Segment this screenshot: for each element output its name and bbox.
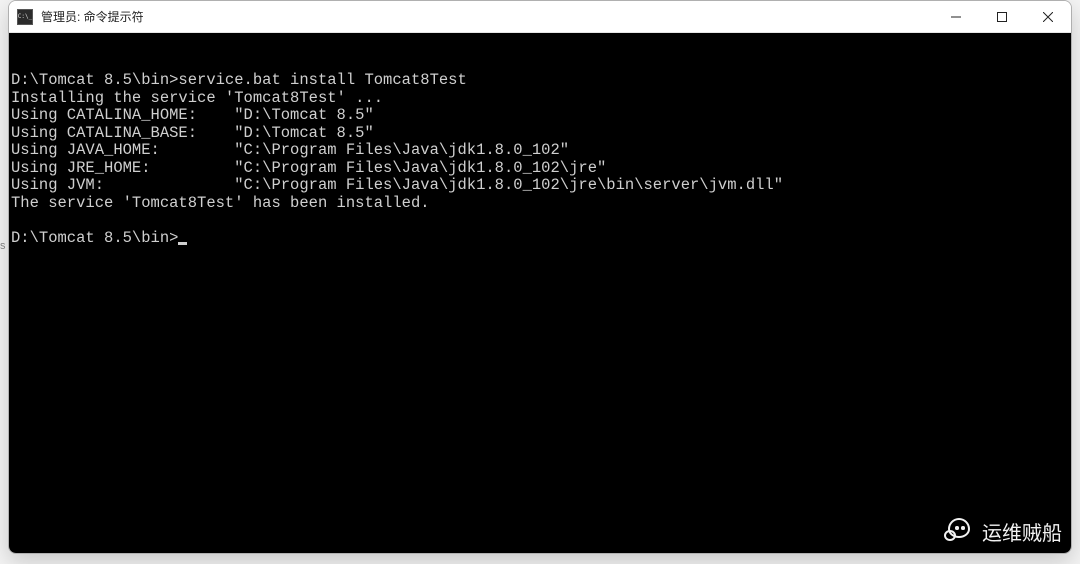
cmd-app-icon bbox=[17, 9, 33, 25]
terminal-line: D:\Tomcat 8.5\bin>service.bat install To… bbox=[11, 71, 467, 89]
titlebar[interactable]: 管理员: 命令提示符 bbox=[9, 1, 1071, 33]
close-icon bbox=[1043, 12, 1053, 22]
minimize-icon bbox=[951, 12, 961, 22]
terminal-line: Using CATALINA_HOME: "D:\Tomcat 8.5" bbox=[11, 106, 374, 124]
window-title: 管理员: 命令提示符 bbox=[41, 8, 933, 25]
command-prompt-window: 管理员: 命令提示符 D:\Tomcat 8.5\bin>service.bat… bbox=[8, 0, 1072, 554]
terminal-line: Installing the service 'Tomcat8Test' ... bbox=[11, 89, 383, 107]
terminal-line: Using JRE_HOME: "C:\Program Files\Java\j… bbox=[11, 159, 606, 177]
cropped-left-edge: s bbox=[0, 240, 6, 252]
close-button[interactable] bbox=[1025, 1, 1071, 32]
terminal-output-area[interactable]: D:\Tomcat 8.5\bin>service.bat install To… bbox=[9, 33, 1071, 553]
window-controls bbox=[933, 1, 1071, 32]
terminal-line: Using JAVA_HOME: "C:\Program Files\Java\… bbox=[11, 141, 569, 159]
maximize-icon bbox=[997, 12, 1007, 22]
terminal-line: The service 'Tomcat8Test' has been insta… bbox=[11, 194, 430, 212]
maximize-button[interactable] bbox=[979, 1, 1025, 32]
terminal-prompt: D:\Tomcat 8.5\bin> bbox=[11, 229, 178, 247]
terminal-cursor bbox=[178, 242, 187, 245]
terminal-line: Using JVM: "C:\Program Files\Java\jdk1.8… bbox=[11, 176, 783, 194]
minimize-button[interactable] bbox=[933, 1, 979, 32]
terminal-line: Using CATALINA_BASE: "D:\Tomcat 8.5" bbox=[11, 124, 374, 142]
